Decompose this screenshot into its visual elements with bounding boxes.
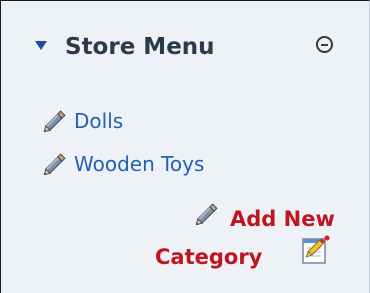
pencil-icon[interactable] — [191, 199, 223, 229]
note-edit-icon[interactable] — [300, 234, 332, 266]
category-item-wooden-toys[interactable]: Wooden Toys — [39, 149, 204, 179]
add-new-category-link[interactable]: Add New — [230, 204, 335, 234]
category-label: Dolls — [74, 109, 124, 133]
add-new-category-link[interactable]: Category — [155, 242, 262, 272]
collapse-icon[interactable] — [316, 36, 333, 53]
store-menu-panel: Store Menu Dolls Wooden Toys Add New Cat… — [0, 0, 370, 293]
pencil-icon — [43, 153, 66, 176]
menu-title: Store Menu — [65, 34, 215, 60]
pencil-icon — [43, 110, 66, 133]
category-label: Wooden Toys — [74, 152, 205, 176]
triangle-down-icon[interactable] — [35, 41, 47, 50]
store-menu-header: Store Menu — [1, 1, 369, 87]
category-item-dolls[interactable]: Dolls — [39, 106, 123, 136]
